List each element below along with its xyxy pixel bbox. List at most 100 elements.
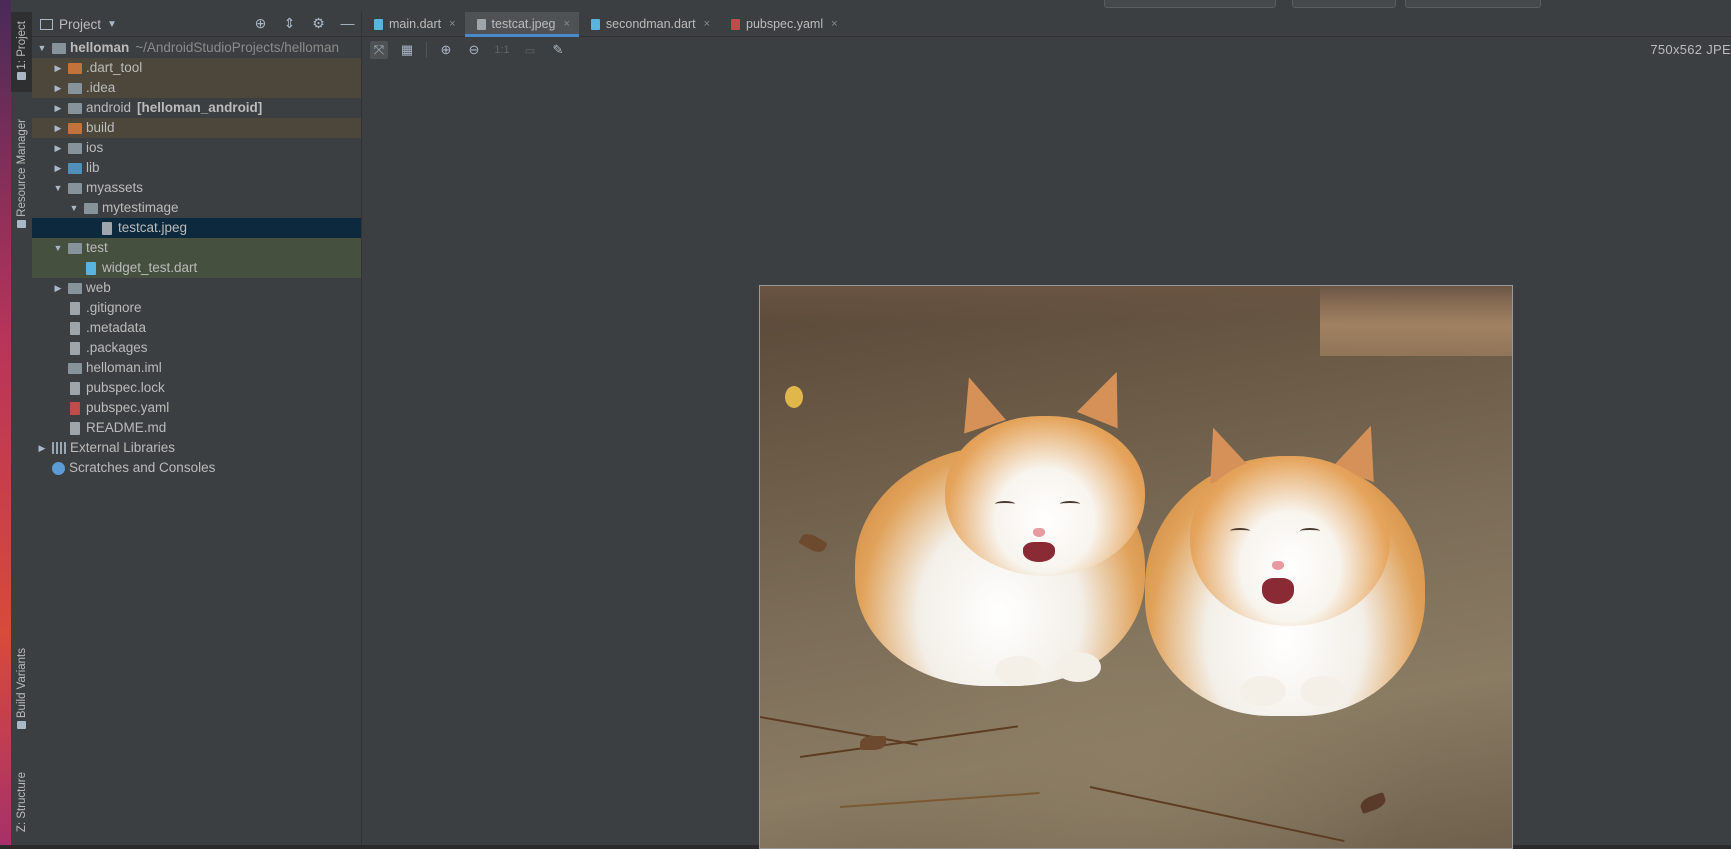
excluded-folder-icon bbox=[68, 122, 82, 134]
tree-item[interactable]: .metadata bbox=[32, 318, 361, 338]
actual-size-button[interactable]: 1:1 bbox=[493, 41, 511, 59]
chevron-right-icon[interactable]: ▶ bbox=[36, 438, 48, 458]
editor-tab[interactable]: pubspec.yaml × bbox=[719, 12, 847, 36]
chevron-right-icon[interactable]: ▶ bbox=[52, 78, 64, 98]
folder-icon bbox=[17, 72, 26, 81]
tree-item[interactable]: ▶ build bbox=[32, 118, 361, 138]
editor-tab-label: main.dart bbox=[389, 17, 442, 31]
project-view-icon bbox=[40, 18, 53, 30]
chevron-right-icon[interactable]: ▶ bbox=[52, 58, 64, 78]
tree-item-label: README.md bbox=[86, 420, 167, 435]
search-everywhere-field[interactable] bbox=[1405, 0, 1541, 8]
test-folder-icon bbox=[68, 242, 82, 254]
tree-item-extra: [helloman_android] bbox=[137, 100, 263, 115]
tree-item[interactable]: ▼ helloman ~/AndroidStudioProjects/helloma… bbox=[32, 38, 361, 58]
chevron-right-icon[interactable]: ▶ bbox=[52, 138, 64, 158]
excluded-folder-icon bbox=[68, 62, 82, 74]
tree-item[interactable]: ▶ .idea bbox=[32, 78, 361, 98]
tree-item-label: android bbox=[86, 100, 132, 115]
chevron-right-icon[interactable]: ▶ bbox=[52, 118, 64, 138]
module-folder-icon bbox=[68, 102, 82, 114]
tree-item-label: web bbox=[86, 280, 111, 295]
tree-item-label: External Libraries bbox=[70, 440, 176, 455]
tree-item[interactable]: ▶ lib bbox=[32, 158, 361, 178]
zoom-in-icon[interactable]: ⊕ bbox=[437, 41, 455, 59]
project-view-selector[interactable]: Project bbox=[59, 17, 101, 32]
tree-item[interactable]: ▼ myassets bbox=[32, 178, 361, 198]
close-icon[interactable]: × bbox=[831, 18, 837, 30]
tree-item[interactable]: pubspec.lock bbox=[32, 378, 361, 398]
tree-item-label: .idea bbox=[86, 80, 116, 95]
scratches-icon bbox=[52, 461, 65, 475]
locate-file-icon[interactable]: ⊕ bbox=[253, 16, 268, 31]
editor-tab[interactable]: testcat.jpeg × bbox=[464, 12, 580, 37]
tool-tab-build-variants[interactable]: Build Variants bbox=[11, 640, 32, 740]
tool-tab-structure[interactable]: Z: Structure bbox=[11, 760, 32, 845]
run-configuration-field[interactable] bbox=[1104, 0, 1276, 8]
tree-item[interactable]: ▶ ios bbox=[32, 138, 361, 158]
project-panel-tools: ⊕ ⇕ ⚙ — bbox=[253, 16, 355, 31]
resource-manager-icon bbox=[17, 219, 26, 228]
dart-file-icon bbox=[374, 18, 383, 30]
text-file-icon bbox=[70, 421, 80, 435]
grid-toggle-icon[interactable]: ▦ bbox=[398, 41, 416, 59]
settings-folder-icon bbox=[68, 82, 82, 94]
cat-image bbox=[759, 285, 1513, 849]
close-icon[interactable]: × bbox=[704, 18, 710, 30]
chevron-right-icon[interactable]: ▶ bbox=[52, 158, 64, 178]
module-file-icon bbox=[68, 362, 82, 374]
chevron-down-icon[interactable]: ▼ bbox=[52, 178, 64, 198]
chevron-down-icon[interactable]: ▼ bbox=[68, 198, 80, 218]
tree-item[interactable]: pubspec.yaml bbox=[32, 398, 361, 418]
text-file-icon bbox=[70, 301, 80, 315]
tree-item-label: myassets bbox=[86, 180, 144, 195]
minimize-icon[interactable]: — bbox=[340, 16, 355, 31]
device-selector-field[interactable] bbox=[1292, 0, 1396, 8]
tree-item[interactable]: testcat.jpeg bbox=[32, 218, 361, 238]
image-file-icon bbox=[102, 221, 112, 235]
chevron-down-icon[interactable]: ▼ bbox=[36, 38, 48, 58]
tool-tab-resource-manager[interactable]: Resource Manager bbox=[11, 110, 32, 240]
right-cat bbox=[1140, 376, 1440, 716]
tree-item[interactable]: .gitignore bbox=[32, 298, 361, 318]
tree-item[interactable]: ▼ mytestimage bbox=[32, 198, 361, 218]
editor-tab[interactable]: main.dart × bbox=[362, 12, 465, 36]
tree-item[interactable]: README.md bbox=[32, 418, 361, 438]
fit-zoom-icon[interactable]: ⤧ bbox=[370, 41, 388, 59]
tree-item-label: ios bbox=[86, 140, 104, 155]
editor-tab[interactable]: secondman.dart × bbox=[579, 12, 719, 36]
dart-file-icon bbox=[590, 18, 600, 30]
libraries-icon bbox=[52, 442, 66, 454]
chevron-down-icon[interactable]: ▼ bbox=[52, 238, 64, 258]
tree-item[interactable]: ▶ .dart_tool bbox=[32, 58, 361, 78]
build-variants-icon bbox=[17, 721, 26, 730]
tree-item-extra: ~/AndroidStudioProjects/helloman bbox=[135, 40, 340, 55]
collapse-all-icon[interactable]: ⇕ bbox=[282, 16, 297, 31]
color-picker-icon[interactable]: ✎ bbox=[549, 41, 567, 59]
tree-item[interactable]: ▶ External Libraries bbox=[32, 438, 361, 458]
chessboard-icon[interactable]: ▭ bbox=[521, 41, 539, 59]
image-editor-toolbar: ⤧ ▦ ⊕ ⊖ 1:1 ▭ ✎ bbox=[362, 37, 1731, 63]
zoom-out-icon[interactable]: ⊖ bbox=[465, 41, 483, 59]
tool-tab-project[interactable]: 1: Project bbox=[11, 12, 32, 92]
tree-item-label: .packages bbox=[86, 340, 148, 355]
chevron-right-icon[interactable]: ▶ bbox=[52, 98, 64, 118]
gear-icon[interactable]: ⚙ bbox=[311, 16, 326, 31]
tree-item[interactable]: Scratches and Consoles bbox=[32, 458, 361, 478]
text-file-icon bbox=[70, 321, 80, 335]
chevron-right-icon[interactable]: ▶ bbox=[52, 278, 64, 298]
tree-item[interactable]: widget_test.dart bbox=[32, 258, 361, 278]
tree-item[interactable]: ▶ web bbox=[32, 278, 361, 298]
tree-item[interactable]: ▼ test bbox=[32, 238, 361, 258]
tree-item-label: helloman bbox=[70, 40, 130, 55]
chevron-down-icon[interactable]: ▼ bbox=[107, 19, 117, 30]
tree-item[interactable]: ▶ android [helloman_android] bbox=[32, 98, 361, 118]
close-icon[interactable]: × bbox=[563, 18, 569, 30]
close-icon[interactable]: × bbox=[449, 18, 455, 30]
tree-item[interactable]: helloman.iml bbox=[32, 358, 361, 378]
yaml-file-icon bbox=[731, 18, 740, 30]
module-folder-icon bbox=[52, 42, 66, 54]
source-folder-icon bbox=[68, 162, 82, 174]
tree-item-label: mytestimage bbox=[102, 200, 179, 215]
tree-item[interactable]: .packages bbox=[32, 338, 361, 358]
